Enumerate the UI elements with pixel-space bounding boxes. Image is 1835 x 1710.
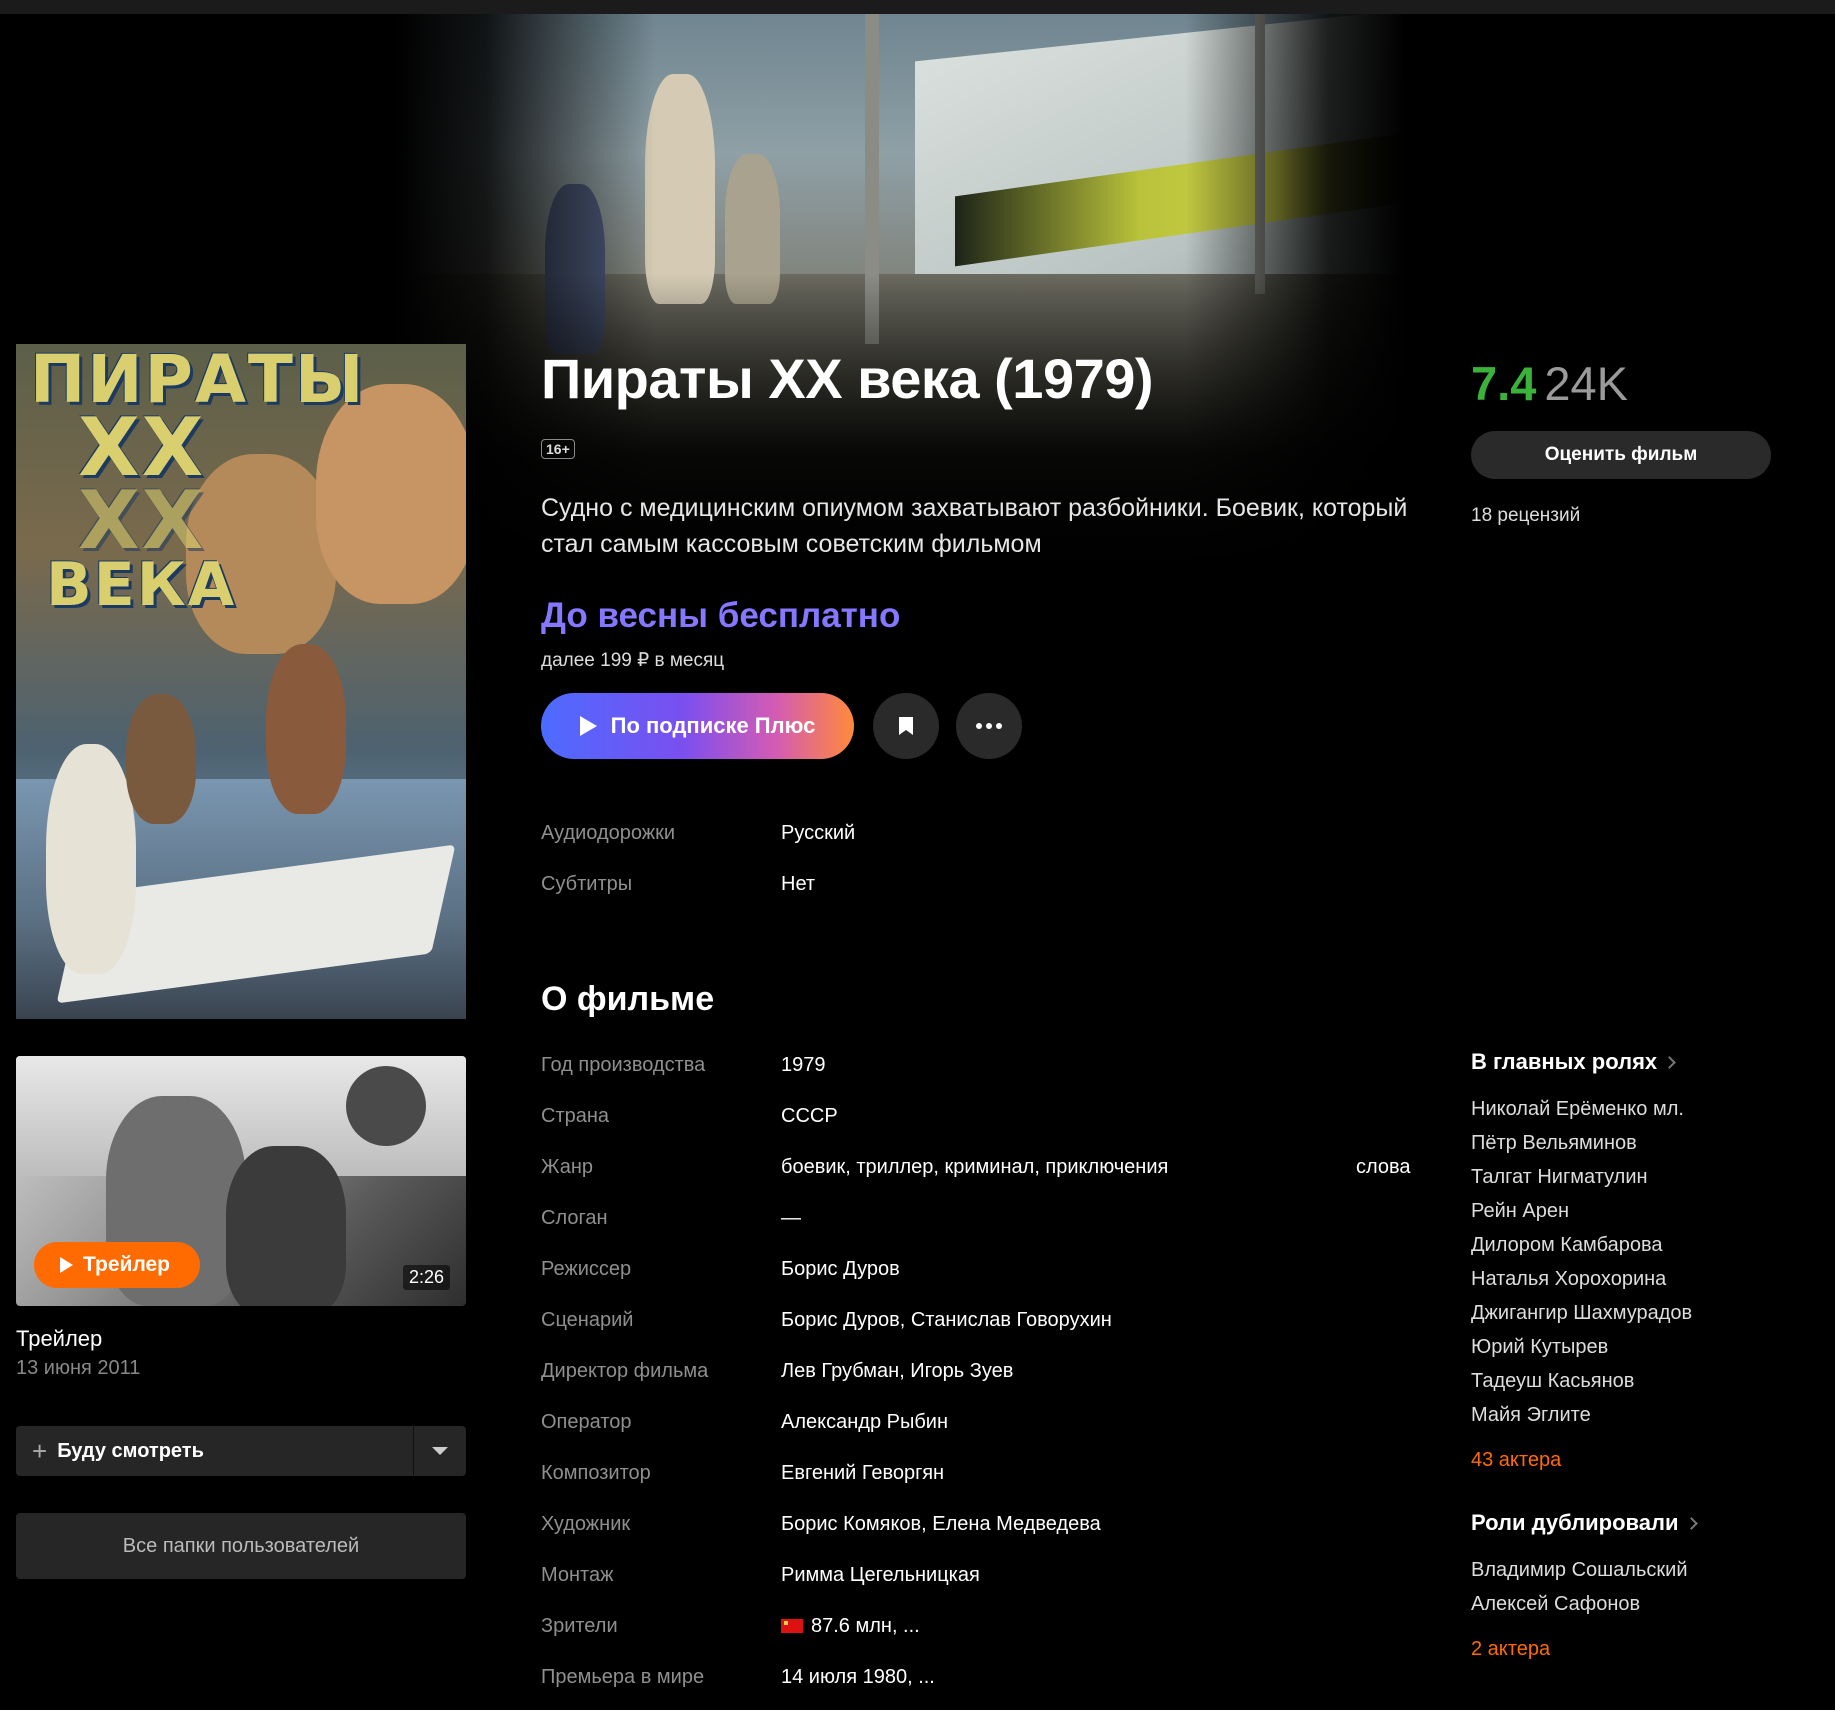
play-icon: [579, 716, 597, 736]
about-key: Страна: [541, 1105, 610, 1127]
more-button[interactable]: [956, 693, 1022, 759]
poster-figure: [46, 744, 136, 974]
ussr-flag-icon: [781, 1619, 803, 1633]
rating-score: 7.4: [1471, 357, 1537, 410]
about-value[interactable]: Борис Дуров: [781, 1258, 900, 1281]
cast-heading[interactable]: В главных ролях: [1471, 1049, 1677, 1075]
about-key: Монтаж: [541, 1564, 614, 1586]
film-rating: 7.4 24K: [1471, 356, 1628, 411]
dubbing-item[interactable]: Владимир Сошальский: [1471, 1553, 1688, 1587]
trailer-duration: 2:26: [402, 1265, 450, 1290]
about-key: Год производства: [541, 1054, 706, 1076]
about-key: Директор фильма: [541, 1360, 709, 1382]
about-key: Оператор: [541, 1411, 632, 1433]
cast-item[interactable]: Джигангир Шахмурадов: [1471, 1296, 1692, 1330]
cast-item[interactable]: Николай Ерёменко мл.: [1471, 1092, 1692, 1126]
about-key: Композитор: [541, 1462, 651, 1484]
about-value[interactable]: Борис Дуров, Станислав Говорухин: [781, 1309, 1112, 1332]
about-value: —: [781, 1207, 801, 1229]
plus-icon: +: [32, 1436, 48, 1466]
cast-item[interactable]: Пётр Вельяминов: [1471, 1126, 1692, 1160]
promo-price: далее 199 ₽ в месяц: [541, 650, 725, 671]
about-value[interactable]: СССР: [781, 1105, 838, 1128]
track-value: Нет: [781, 873, 816, 895]
rating-votes: 24K: [1544, 357, 1628, 410]
cast-item[interactable]: Майя Эглите: [1471, 1398, 1692, 1432]
dubbing-more-link[interactable]: 2 актера: [1471, 1638, 1550, 1661]
subscribe-play-label: По подписке Плюс: [610, 713, 816, 738]
chevron-right-icon: [1684, 1516, 1698, 1530]
about-key: Премьера в мире: [541, 1666, 705, 1688]
about-value[interactable]: Борис Комяков, Елена Медведева: [781, 1513, 1101, 1536]
cast-item[interactable]: Дилором Камбарова: [1471, 1228, 1692, 1262]
top-strip: [0, 0, 1835, 14]
about-value[interactable]: 14 июля 1980, ...: [781, 1666, 935, 1689]
about-key: Художник: [541, 1513, 631, 1535]
cast-item[interactable]: Рейн Арен: [1471, 1194, 1692, 1228]
about-value[interactable]: Александр Рыбин: [781, 1411, 948, 1434]
about-key: Жанр: [541, 1156, 593, 1178]
bookmark-button[interactable]: [873, 693, 939, 759]
more-dots-icon: [976, 723, 1002, 729]
cast-item[interactable]: Талгат Нигматулин: [1471, 1160, 1692, 1194]
subscribe-play-button[interactable]: По подписке Плюс: [541, 693, 854, 759]
trailer-title[interactable]: Трейлер: [16, 1326, 102, 1352]
trailer-object: [346, 1066, 426, 1146]
about-value[interactable]: Римма Цегельницкая: [781, 1564, 980, 1587]
track-key: Субтитры: [541, 873, 633, 895]
about-value[interactable]: Лев Грубман, Игорь Зуев: [781, 1360, 1013, 1383]
about-key: Режиссер: [541, 1258, 632, 1280]
page-title: Пираты XX века (1979): [541, 347, 1154, 410]
film-poster[interactable]: ПИРАТЫ XX XX ВЕКА: [16, 344, 466, 1019]
reviews-link[interactable]: 18 рецензий: [1471, 505, 1580, 527]
age-rating-badge: 16+: [541, 439, 575, 459]
cast-item[interactable]: Юрий Кутырев: [1471, 1330, 1692, 1364]
rate-film-button[interactable]: Оценить фильм: [1471, 431, 1771, 479]
about-key: Зрители: [541, 1615, 618, 1637]
cast-list: Николай Ерёменко мл. Пётр Вельяминов Тал…: [1471, 1092, 1692, 1432]
track-value: Русский: [781, 822, 856, 844]
about-value[interactable]: 1979: [781, 1054, 826, 1077]
all-folders-button[interactable]: Все папки пользователей: [16, 1513, 466, 1579]
about-key: Слоган: [541, 1207, 608, 1229]
trailer-play-label: Трейлер: [83, 1253, 171, 1276]
dubbing-item[interactable]: Алексей Сафонов: [1471, 1587, 1688, 1621]
cast-item[interactable]: Тадеуш Касьянов: [1471, 1364, 1692, 1398]
trailer-date: 13 июня 2011: [16, 1357, 141, 1379]
track-key: Аудиодорожки: [541, 822, 676, 844]
backdrop-figure: [645, 74, 715, 304]
about-value[interactable]: Евгений Геворгян: [781, 1462, 944, 1485]
about-heading: О фильме: [541, 980, 715, 1018]
chevron-right-icon: [1663, 1055, 1677, 1069]
poster-title: ПИРАТЫ XX XX ВЕКА: [30, 344, 366, 620]
trailer-play-button[interactable]: Трейлер: [34, 1242, 201, 1288]
cast-item[interactable]: Наталья Хорохорина: [1471, 1262, 1692, 1296]
film-synopsis: Судно с медицинским опиумом захватывают …: [541, 494, 1408, 558]
watchlist-button[interactable]: + Буду смотреть: [16, 1426, 466, 1476]
bookmark-icon: [899, 717, 913, 735]
cast-more-link[interactable]: 43 актера: [1471, 1449, 1561, 1472]
play-icon: [60, 1257, 73, 1273]
audience-value: 87.6 млн, ...: [811, 1615, 920, 1637]
dubbing-heading-label: Роли дублировали: [1471, 1510, 1679, 1535]
watchlist-dropdown[interactable]: [414, 1447, 466, 1455]
cast-heading-label: В главных ролях: [1471, 1049, 1658, 1074]
poster-figure: [266, 644, 346, 814]
promo-headline: До весны бесплатно: [541, 596, 901, 635]
about-key: Сценарий: [541, 1309, 634, 1331]
about-value[interactable]: 87.6 млн, ...: [781, 1615, 920, 1638]
genre-extra[interactable]: слова: [1356, 1156, 1411, 1179]
watchlist-label: Буду смотреть: [57, 1439, 204, 1462]
about-value[interactable]: боевик, триллер, криминал, приключения: [781, 1156, 1168, 1179]
chevron-down-icon: [432, 1447, 448, 1455]
dubbing-heading[interactable]: Роли дублировали: [1471, 1510, 1698, 1536]
poster-figure: [126, 694, 196, 824]
trailer-thumbnail[interactable]: Трейлер 2:26: [16, 1056, 466, 1306]
dubbing-list: Владимир Сошальский Алексей Сафонов: [1471, 1553, 1688, 1621]
trailer-figure: [226, 1146, 346, 1306]
